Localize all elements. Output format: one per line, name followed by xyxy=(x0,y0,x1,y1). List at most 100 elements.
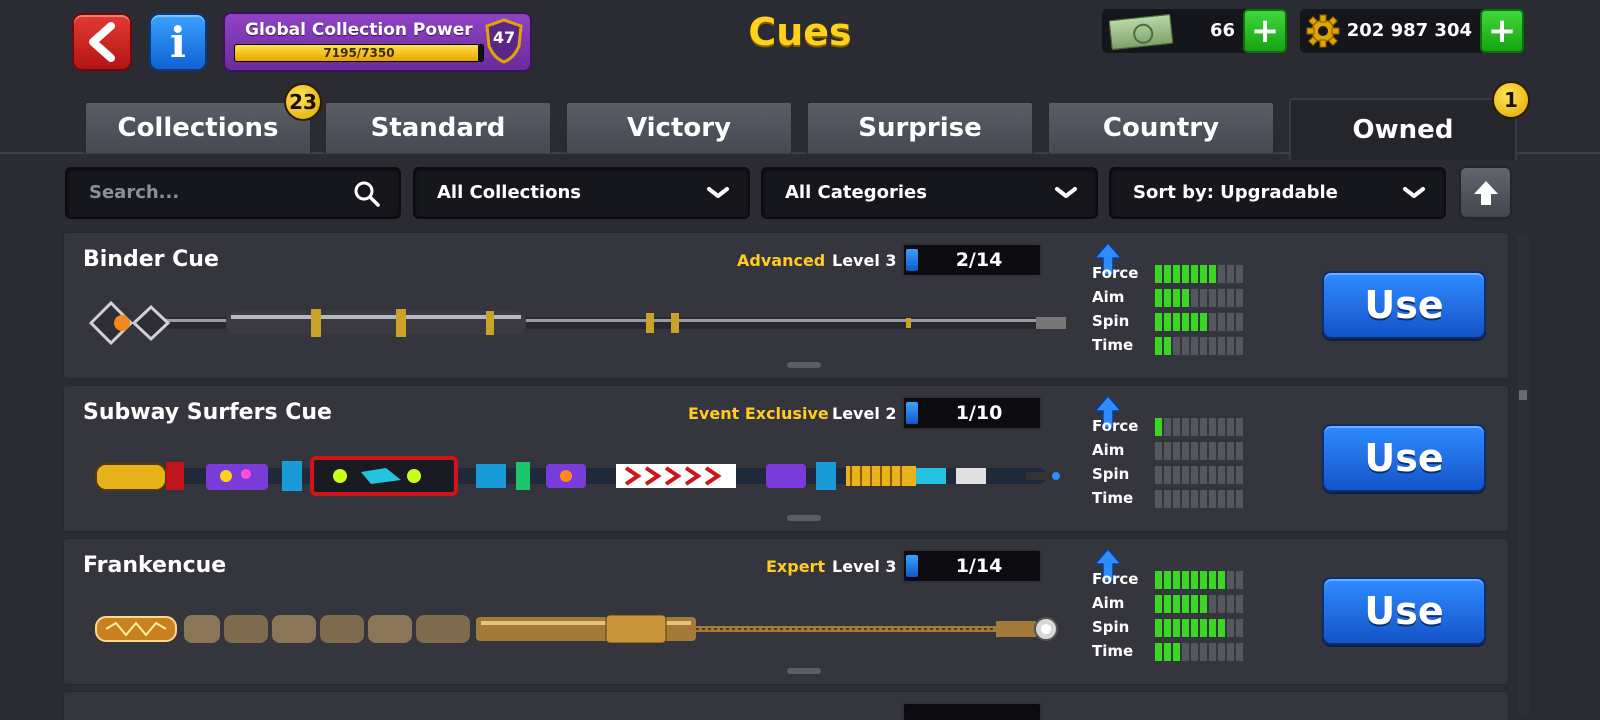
stat-segment xyxy=(1200,595,1207,613)
stat-segment xyxy=(1200,289,1207,307)
stat-segment xyxy=(1182,643,1189,661)
stat-spin: Spin xyxy=(1092,615,1292,639)
cue-progress: 2/14 xyxy=(902,243,1042,277)
cue-row-binder[interactable]: Binder Cue Advanced Level 3 2/14 Force A… xyxy=(63,232,1509,379)
sort-dropdown[interactable]: Sort by: Upgradable xyxy=(1109,167,1446,219)
collection-level-badge: 47 xyxy=(484,18,524,64)
scrollbar-thumb[interactable] xyxy=(1519,390,1527,400)
stat-segment xyxy=(1227,643,1234,661)
add-cash-button[interactable]: + xyxy=(1243,9,1287,53)
stat-segment xyxy=(1164,619,1171,637)
expand-handle[interactable] xyxy=(787,668,821,674)
use-button[interactable]: Use xyxy=(1322,577,1486,645)
info-button[interactable]: i xyxy=(149,13,207,71)
stat-bars xyxy=(1155,337,1243,355)
cue-name: Subway Surfers Cue xyxy=(83,400,332,425)
tab-label: Standard xyxy=(370,113,506,143)
stat-segment xyxy=(1200,418,1207,436)
sort-direction-button[interactable] xyxy=(1459,166,1512,219)
stat-segment xyxy=(1209,442,1216,460)
use-button[interactable]: Use xyxy=(1322,271,1486,339)
stat-segment xyxy=(1200,619,1207,637)
stat-label: Spin xyxy=(1092,465,1130,483)
expand-handle[interactable] xyxy=(787,515,821,521)
stat-segment xyxy=(1218,442,1225,460)
coins-value: 202 987 304 xyxy=(1346,20,1472,41)
stat-segment xyxy=(1200,490,1207,508)
stat-aim: Aim xyxy=(1092,285,1292,309)
tab-surprise[interactable]: Surprise xyxy=(806,101,1034,153)
coins-counter: 202 987 304 + xyxy=(1300,9,1524,53)
stat-segment xyxy=(1236,442,1243,460)
cue-row-frankencue[interactable]: Frankencue Expert Level 3 1/14 Force Aim xyxy=(63,538,1509,685)
cue-progress: 1/10 xyxy=(902,396,1042,430)
stat-segment xyxy=(1236,643,1243,661)
tab-country[interactable]: Country xyxy=(1047,101,1275,153)
stat-label: Spin xyxy=(1092,618,1130,636)
use-button[interactable]: Use xyxy=(1322,424,1486,492)
stat-segment xyxy=(1191,265,1198,283)
stat-segment xyxy=(1227,442,1234,460)
cue-stats: Force Aim Spin Time xyxy=(1092,567,1292,663)
add-coins-button[interactable]: + xyxy=(1480,9,1524,53)
tab-collections[interactable]: Collections xyxy=(84,101,312,153)
cash-icon xyxy=(1108,13,1174,51)
stat-label: Time xyxy=(1092,336,1134,354)
cue-name: Frankencue xyxy=(83,553,227,578)
stat-segment xyxy=(1218,418,1225,436)
stat-segment xyxy=(1191,418,1198,436)
collection-power-panel[interactable]: Global Collection Power 7195/7350 47 xyxy=(223,12,532,72)
stat-segment xyxy=(1155,289,1162,307)
stat-segment xyxy=(1182,490,1189,508)
chevron-down-icon xyxy=(707,187,729,198)
stat-label: Aim xyxy=(1092,288,1125,306)
category-dropdown-value: All Categories xyxy=(785,182,927,203)
stat-segment xyxy=(1209,490,1216,508)
cue-rarity: Advanced xyxy=(737,251,826,270)
cue-progress-fill xyxy=(906,402,918,424)
stat-label: Aim xyxy=(1092,441,1125,459)
stat-segment xyxy=(1236,619,1243,637)
tab-victory[interactable]: Victory xyxy=(565,101,793,153)
stat-segment xyxy=(1164,466,1171,484)
cue-stats: Force Aim Spin Time xyxy=(1092,261,1292,357)
stat-segment xyxy=(1173,466,1180,484)
cue-progress-fill xyxy=(906,555,918,577)
cue-progress-text: 1/14 xyxy=(955,555,1003,577)
background-arc xyxy=(0,20,20,160)
cue-name: Binder Cue xyxy=(83,247,219,272)
stat-label: Force xyxy=(1092,570,1139,588)
stat-segment xyxy=(1218,643,1225,661)
stat-label: Spin xyxy=(1092,312,1130,330)
stat-segment xyxy=(1218,595,1225,613)
stat-segment xyxy=(1182,265,1189,283)
collection-dropdown[interactable]: All Collections xyxy=(413,167,750,219)
tab-owned[interactable]: Owned xyxy=(1289,98,1517,160)
stat-segment xyxy=(1236,418,1243,436)
collection-level-value: 47 xyxy=(492,28,516,47)
collections-count-badge: 23 xyxy=(284,83,322,121)
back-button[interactable] xyxy=(72,13,132,71)
stat-segment xyxy=(1236,466,1243,484)
stat-segment xyxy=(1227,337,1234,355)
stat-segment xyxy=(1209,337,1216,355)
cue-row-partial[interactable] xyxy=(63,691,1509,720)
search-placeholder: Search... xyxy=(89,182,180,203)
tab-standard[interactable]: Standard xyxy=(324,101,552,153)
cue-image-frankencue xyxy=(95,614,1058,644)
stat-segment xyxy=(1191,490,1198,508)
stat-segment xyxy=(1191,289,1198,307)
list-scrollbar[interactable] xyxy=(1517,235,1529,715)
stat-segment xyxy=(1164,265,1171,283)
cue-row-subway-surfers[interactable]: Subway Surfers Cue Event Exclusive Level… xyxy=(63,385,1509,532)
stat-segment xyxy=(1191,643,1198,661)
stat-segment xyxy=(1164,595,1171,613)
stat-segment xyxy=(1236,337,1243,355)
expand-handle[interactable] xyxy=(787,362,821,368)
collection-dropdown-value: All Collections xyxy=(437,182,581,203)
stat-segment xyxy=(1209,289,1216,307)
category-dropdown[interactable]: All Categories xyxy=(761,167,1098,219)
search-input[interactable]: Search... xyxy=(65,167,401,219)
stat-time: Time xyxy=(1092,639,1292,663)
cue-stats: Force Aim Spin Time xyxy=(1092,414,1292,510)
